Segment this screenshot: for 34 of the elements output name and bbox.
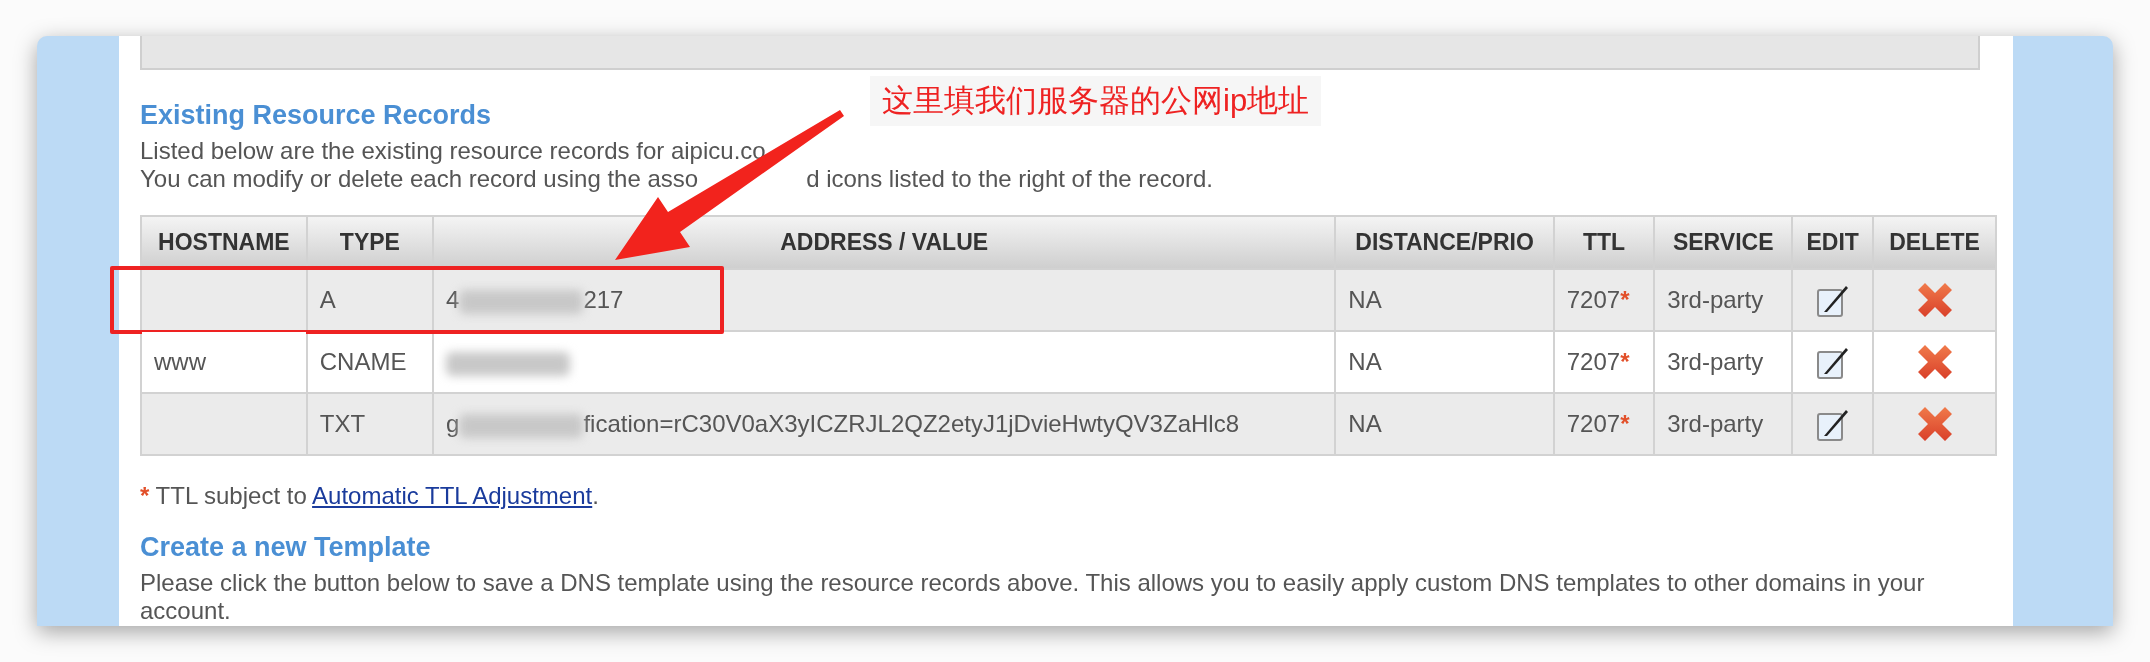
table-cell: TXT bbox=[306, 393, 434, 455]
column-header: SERVICE bbox=[1654, 216, 1793, 269]
ttl-adjustment-link[interactable]: Automatic TTL Adjustment bbox=[312, 482, 593, 509]
column-header: EDIT bbox=[1792, 216, 1874, 269]
address-text: fication=rC30V0aX3yICZRJL2QZ2etyJ1jDvieHwtyQV3ZaHlc8 bbox=[583, 410, 1239, 437]
column-header: TTL bbox=[1553, 216, 1655, 269]
table-cell: NA bbox=[1335, 331, 1554, 393]
address-text: 4 bbox=[446, 286, 460, 313]
table-cell: 3rd-party bbox=[1654, 393, 1793, 455]
description-text: You can modify or delete each record using the asso bbox=[140, 165, 699, 193]
column-header: TYPE bbox=[306, 216, 434, 269]
address-text: g bbox=[446, 410, 460, 437]
section-title: Existing Resource Records bbox=[140, 100, 492, 131]
table-cell: NA bbox=[1335, 269, 1554, 331]
description-text: Listed below are the existing resource records for aipicu.co bbox=[140, 137, 766, 165]
column-header: DISTANCE/PRIO bbox=[1335, 216, 1554, 269]
table-cell: 3rd-party bbox=[1654, 269, 1793, 331]
ttl-value: 7207* bbox=[1566, 348, 1630, 375]
ttl-value: 7207* bbox=[1566, 286, 1630, 313]
table-cell: A bbox=[306, 269, 434, 331]
table-cell: 3rd-party bbox=[1654, 331, 1793, 393]
address-text: 217 bbox=[583, 286, 624, 313]
section-title: Create a new Template bbox=[140, 532, 431, 563]
column-header: HOSTNAME bbox=[141, 216, 307, 269]
table-cell: CNAME bbox=[306, 331, 434, 393]
table-cell: NA bbox=[1335, 393, 1554, 455]
description-text: Please click the button below to save a DNS template using the resource records above. This allows you to easily apply custom DNS templates to other domains in your account. bbox=[140, 569, 1926, 625]
footnote-text: * TTL subject to Automatic TTL Adjustment. bbox=[140, 482, 599, 510]
ttl-value: 7207* bbox=[1566, 410, 1630, 437]
description-text: d icons listed to the right of the record. bbox=[806, 165, 1214, 193]
table-cell: www bbox=[141, 331, 307, 393]
column-header: DELETE bbox=[1873, 216, 1996, 269]
column-header: ADDRESS / VALUE bbox=[433, 216, 1336, 269]
callout-text: 这里填我们服务器的公网ip地址 bbox=[870, 76, 1322, 126]
